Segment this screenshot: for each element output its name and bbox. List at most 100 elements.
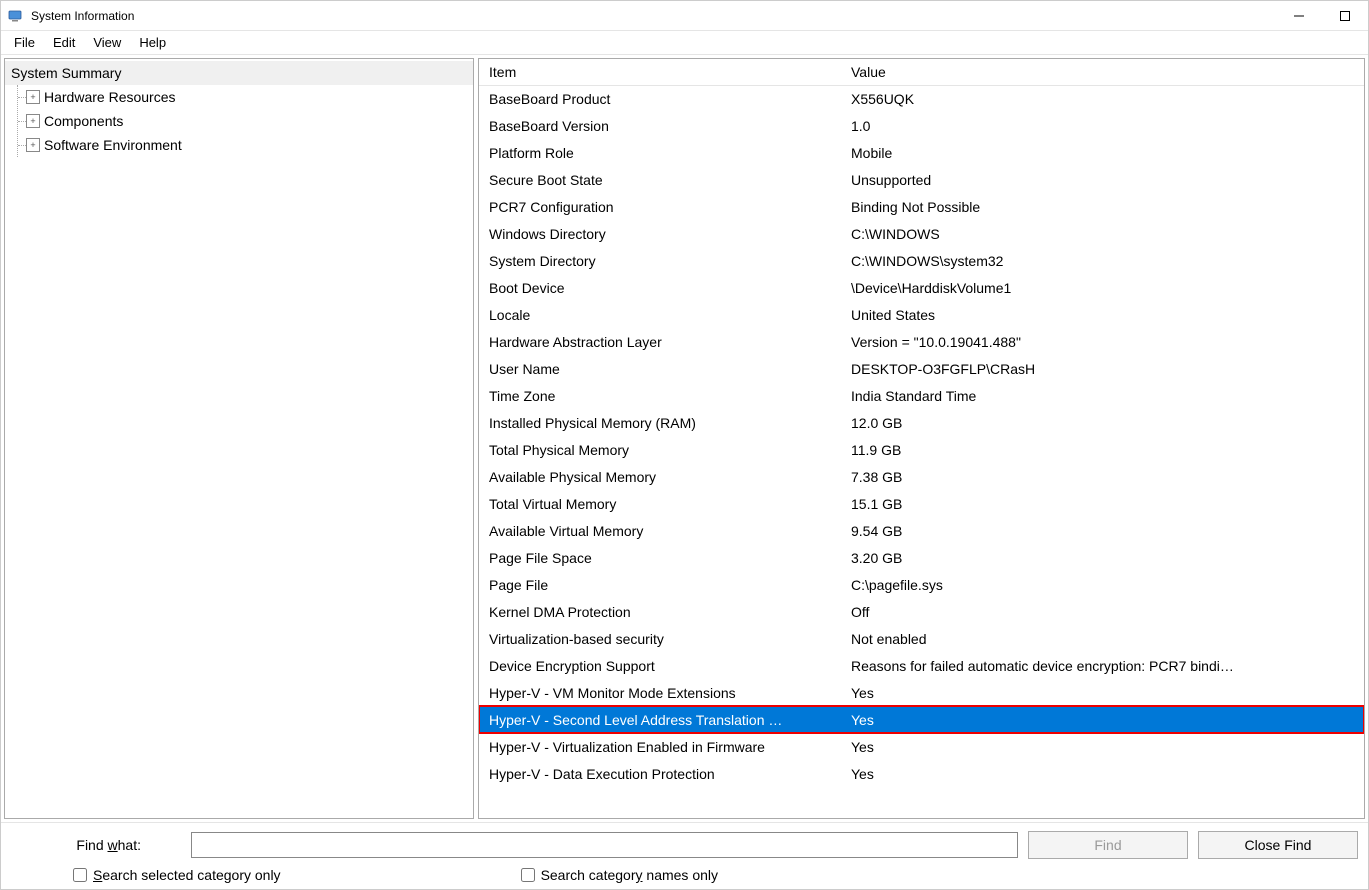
cell-item: Device Encryption Support (479, 652, 841, 679)
cell-item: Virtualization-based security (479, 625, 841, 652)
table-row[interactable]: Page FileC:\pagefile.sys (479, 571, 1364, 598)
menu-help[interactable]: Help (130, 32, 175, 53)
detail-pane[interactable]: Item Value BaseBoard ProductX556UQKBaseB… (478, 58, 1365, 819)
cell-item: Installed Physical Memory (RAM) (479, 409, 841, 436)
table-row[interactable]: Hyper-V - Second Level Address Translati… (479, 706, 1364, 733)
tree-item-label: Components (44, 113, 123, 129)
menu-view[interactable]: View (84, 32, 130, 53)
expand-icon[interactable]: + (26, 90, 40, 104)
tree-item-software-environment[interactable]: + Software Environment (18, 133, 473, 157)
table-row[interactable]: Total Virtual Memory15.1 GB (479, 490, 1364, 517)
table-row[interactable]: LocaleUnited States (479, 301, 1364, 328)
column-header-value[interactable]: Value (841, 59, 1364, 85)
tree-item-label: Hardware Resources (44, 89, 176, 105)
table-row[interactable]: PCR7 ConfigurationBinding Not Possible (479, 193, 1364, 220)
table-row[interactable]: Page File Space3.20 GB (479, 544, 1364, 571)
cell-value: 9.54 GB (841, 517, 1364, 544)
cell-item: BaseBoard Version (479, 112, 841, 139)
cell-item: PCR7 Configuration (479, 193, 841, 220)
table-row[interactable]: Device Encryption SupportReasons for fai… (479, 652, 1364, 679)
table-row[interactable]: Available Virtual Memory9.54 GB (479, 517, 1364, 544)
table-row[interactable]: System DirectoryC:\WINDOWS\system32 (479, 247, 1364, 274)
cell-value: C:\WINDOWS (841, 220, 1364, 247)
cell-item: Kernel DMA Protection (479, 598, 841, 625)
system-information-window: System Information File Edit View Help S… (0, 0, 1369, 890)
cell-value: Off (841, 598, 1364, 625)
cell-value: Yes (841, 679, 1364, 706)
cell-item: Page File Space (479, 544, 841, 571)
table-row[interactable]: Hyper-V - Virtualization Enabled in Firm… (479, 733, 1364, 760)
cell-item: Platform Role (479, 139, 841, 166)
window-title: System Information (31, 9, 134, 23)
minimize-button[interactable] (1276, 1, 1322, 30)
table-row[interactable]: Available Physical Memory7.38 GB (479, 463, 1364, 490)
table-row[interactable]: Boot Device\Device\HarddiskVolume1 (479, 274, 1364, 301)
table-row[interactable]: Hardware Abstraction LayerVersion = "10.… (479, 328, 1364, 355)
table-row[interactable]: Platform RoleMobile (479, 139, 1364, 166)
table-row[interactable]: Secure Boot StateUnsupported (479, 166, 1364, 193)
detail-table: Item Value BaseBoard ProductX556UQKBaseB… (479, 59, 1364, 787)
cell-value: Yes (841, 733, 1364, 760)
find-button[interactable]: Find (1028, 831, 1188, 859)
cell-value: X556UQK (841, 85, 1364, 112)
tree-item-label: Software Environment (44, 137, 182, 153)
cell-item: Total Physical Memory (479, 436, 841, 463)
cell-value: Mobile (841, 139, 1364, 166)
table-row[interactable]: Total Physical Memory11.9 GB (479, 436, 1364, 463)
cell-value: 15.1 GB (841, 490, 1364, 517)
tree-pane[interactable]: System Summary + Hardware Resources + Co… (4, 58, 474, 819)
cell-item: Available Virtual Memory (479, 517, 841, 544)
cell-item: Boot Device (479, 274, 841, 301)
menu-file[interactable]: File (5, 32, 44, 53)
find-what-label: Find what: (11, 837, 181, 853)
cell-item: Secure Boot State (479, 166, 841, 193)
cell-value: 11.9 GB (841, 436, 1364, 463)
tree-item-components[interactable]: + Components (18, 109, 473, 133)
table-row[interactable]: Hyper-V - VM Monitor Mode ExtensionsYes (479, 679, 1364, 706)
cell-item: Hardware Abstraction Layer (479, 328, 841, 355)
table-row[interactable]: Virtualization-based securityNot enabled (479, 625, 1364, 652)
cell-value: 1.0 (841, 112, 1364, 139)
cell-value: Version = "10.0.19041.488" (841, 328, 1364, 355)
cell-item: User Name (479, 355, 841, 382)
tree-root-item[interactable]: System Summary (5, 61, 473, 85)
tree-item-hardware-resources[interactable]: + Hardware Resources (18, 85, 473, 109)
expand-icon[interactable]: + (26, 114, 40, 128)
cell-value: 7.38 GB (841, 463, 1364, 490)
cell-item: Hyper-V - Data Execution Protection (479, 760, 841, 787)
maximize-button[interactable] (1322, 1, 1368, 30)
app-icon (7, 8, 23, 24)
column-header-item[interactable]: Item (479, 59, 841, 85)
search-selected-checkbox[interactable]: Search selected category only (73, 867, 281, 883)
table-row[interactable]: User NameDESKTOP-O3FGFLP\CRasH (479, 355, 1364, 382)
cell-value: \Device\HarddiskVolume1 (841, 274, 1364, 301)
cell-value: C:\WINDOWS\system32 (841, 247, 1364, 274)
table-row[interactable]: BaseBoard Version1.0 (479, 112, 1364, 139)
cell-item: Page File (479, 571, 841, 598)
cell-value: Not enabled (841, 625, 1364, 652)
cell-value: India Standard Time (841, 382, 1364, 409)
cell-value: United States (841, 301, 1364, 328)
search-category-names-checkbox[interactable]: Search category names only (521, 867, 718, 883)
cell-value: DESKTOP-O3FGFLP\CRasH (841, 355, 1364, 382)
expand-icon[interactable]: + (26, 138, 40, 152)
table-row[interactable]: Windows DirectoryC:\WINDOWS (479, 220, 1364, 247)
cell-item: BaseBoard Product (479, 85, 841, 112)
find-what-input[interactable] (191, 832, 1018, 858)
table-row[interactable]: BaseBoard ProductX556UQK (479, 85, 1364, 112)
table-row[interactable]: Time ZoneIndia Standard Time (479, 382, 1364, 409)
cell-value: Yes (841, 706, 1364, 733)
cell-value: Yes (841, 760, 1364, 787)
cell-value: Binding Not Possible (841, 193, 1364, 220)
cell-value: 3.20 GB (841, 544, 1364, 571)
cell-item: Hyper-V - Virtualization Enabled in Firm… (479, 733, 841, 760)
cell-value: Reasons for failed automatic device encr… (841, 652, 1364, 679)
table-row[interactable]: Hyper-V - Data Execution ProtectionYes (479, 760, 1364, 787)
table-row[interactable]: Kernel DMA ProtectionOff (479, 598, 1364, 625)
cell-item: Available Physical Memory (479, 463, 841, 490)
cell-item: Hyper-V - Second Level Address Translati… (479, 706, 841, 733)
table-row[interactable]: Installed Physical Memory (RAM)12.0 GB (479, 409, 1364, 436)
close-find-button[interactable]: Close Find (1198, 831, 1358, 859)
cell-item: Hyper-V - VM Monitor Mode Extensions (479, 679, 841, 706)
menu-edit[interactable]: Edit (44, 32, 84, 53)
